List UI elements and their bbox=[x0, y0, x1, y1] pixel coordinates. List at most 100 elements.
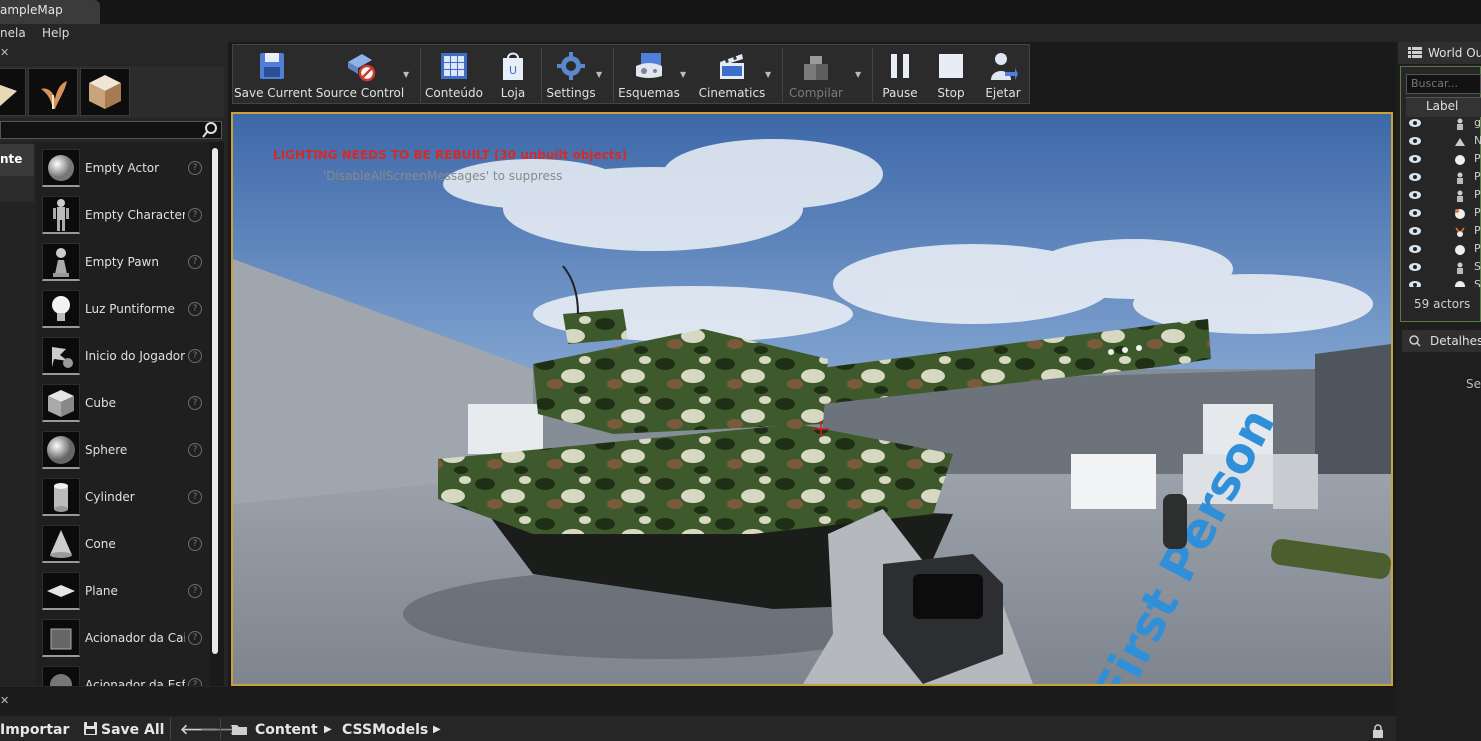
outliner-row[interactable]: P bbox=[1406, 205, 1481, 223]
eye-icon[interactable] bbox=[1408, 136, 1422, 146]
menu-item-janela[interactable]: nela bbox=[0, 24, 26, 42]
outliner-label-column[interactable]: Label bbox=[1426, 99, 1458, 113]
items-scrollbar-thumb[interactable] bbox=[212, 148, 218, 654]
help-icon[interactable]: ? bbox=[188, 396, 202, 410]
source-control-button[interactable]: Source Control bbox=[314, 46, 406, 104]
level-tab[interactable]: ampleMap bbox=[0, 0, 100, 24]
outliner-row[interactable]: g bbox=[1406, 115, 1481, 133]
lock-icon[interactable] bbox=[1372, 724, 1384, 738]
close-icon[interactable]: ✕ bbox=[0, 46, 12, 64]
toolbar-separator bbox=[170, 718, 171, 740]
eye-icon[interactable] bbox=[1408, 154, 1422, 164]
help-icon[interactable]: ? bbox=[188, 255, 202, 269]
build-dropdown-icon[interactable]: ▼ bbox=[855, 70, 861, 79]
eye-icon[interactable] bbox=[1408, 172, 1422, 182]
chevron-right-icon[interactable]: ▶ bbox=[433, 719, 441, 741]
help-icon[interactable]: ? bbox=[188, 490, 202, 504]
help-icon[interactable]: ? bbox=[188, 537, 202, 551]
list-item[interactable]: Plane ? bbox=[36, 568, 210, 614]
stop-button[interactable]: Stop bbox=[928, 46, 974, 104]
item-label: Sphere bbox=[85, 443, 128, 457]
list-item[interactable]: Acionador da Cai ? bbox=[36, 615, 210, 661]
viewport-scene: First Person bbox=[233, 114, 1391, 684]
outliner-row[interactable]: S bbox=[1406, 277, 1481, 287]
cinematics-button[interactable]: Cinematics bbox=[698, 46, 766, 104]
marketplace-icon: U bbox=[503, 52, 523, 80]
mode-foliage-button[interactable] bbox=[28, 68, 78, 116]
content-browser-tabstrip bbox=[0, 688, 1396, 716]
list-item[interactable]: Acionador da Esf ? bbox=[36, 662, 210, 686]
help-icon[interactable]: ? bbox=[188, 584, 202, 598]
outliner-row[interactable]: P bbox=[1406, 223, 1481, 241]
list-item[interactable]: Cylinder ? bbox=[36, 474, 210, 520]
place-items-list: Empty Actor ? Empty Character ? Empty Pa… bbox=[36, 142, 210, 686]
source-control-dropdown-icon[interactable]: ▼ bbox=[403, 70, 409, 79]
settings-dropdown-icon[interactable]: ▼ bbox=[596, 70, 602, 79]
blueprints-dropdown-icon[interactable]: ▼ bbox=[680, 70, 686, 79]
menu-bar: nela Help bbox=[0, 24, 1481, 42]
marketplace-button[interactable]: U Loja bbox=[488, 46, 538, 104]
eye-icon[interactable] bbox=[1408, 244, 1422, 254]
pause-button[interactable]: Pause bbox=[876, 46, 924, 104]
list-item[interactable]: Empty Pawn ? bbox=[36, 239, 210, 285]
save-icon bbox=[84, 722, 97, 735]
eject-button[interactable]: Ejetar bbox=[978, 46, 1028, 104]
settings-button[interactable]: Settings bbox=[544, 46, 598, 104]
category-recent[interactable]: nte bbox=[0, 144, 34, 176]
level-viewport[interactable]: First Person LIGHTING NEEDS TO BE REBUIL… bbox=[231, 112, 1393, 686]
eye-icon[interactable] bbox=[1408, 262, 1422, 272]
blueprints-button[interactable]: Esquemas bbox=[616, 46, 682, 104]
import-button[interactable]: Importar bbox=[0, 719, 69, 741]
save-icon bbox=[260, 53, 284, 79]
place-search-input[interactable] bbox=[0, 121, 222, 139]
list-icon bbox=[1408, 47, 1422, 59]
outliner-row[interactable]: P bbox=[1406, 241, 1481, 259]
mode-geometry-button[interactable] bbox=[80, 68, 130, 116]
outliner-row[interactable]: P bbox=[1406, 187, 1481, 205]
help-icon[interactable]: ? bbox=[188, 208, 202, 222]
eye-icon[interactable] bbox=[1408, 226, 1422, 236]
search-icon[interactable] bbox=[200, 120, 220, 140]
list-item[interactable]: Luz Puntiforme ? bbox=[36, 286, 210, 332]
help-icon[interactable]: ? bbox=[188, 443, 202, 457]
cinematics-icon bbox=[720, 54, 744, 79]
category-basic[interactable] bbox=[0, 176, 34, 202]
help-icon[interactable]: ? bbox=[188, 161, 202, 175]
item-label: Luz Puntiforme bbox=[85, 302, 175, 316]
save-current-button[interactable]: Save Current bbox=[234, 46, 312, 104]
eye-icon[interactable] bbox=[1408, 208, 1422, 218]
eye-icon[interactable] bbox=[1408, 118, 1422, 128]
outliner-row[interactable]: P bbox=[1406, 169, 1481, 187]
menu-item-help[interactable]: Help bbox=[42, 24, 69, 42]
save-all-button[interactable]: Save All bbox=[84, 719, 164, 741]
list-item[interactable]: Inicio do Jogador ? bbox=[36, 333, 210, 379]
list-item[interactable]: Empty Actor ? bbox=[36, 145, 210, 191]
mode-place-button[interactable] bbox=[0, 68, 26, 116]
navmesh-icon bbox=[1455, 138, 1465, 146]
close-icon[interactable]: ✕ bbox=[0, 694, 14, 710]
chevron-right-icon[interactable]: ▶ bbox=[324, 719, 332, 741]
svg-text:U: U bbox=[509, 64, 517, 77]
list-item[interactable]: Empty Character ? bbox=[36, 192, 210, 238]
help-icon[interactable]: ? bbox=[188, 631, 202, 645]
player-start-icon bbox=[42, 337, 80, 375]
breadcrumb-content[interactable]: Content bbox=[232, 719, 318, 741]
breadcrumb-cssmodels[interactable]: CSSModels bbox=[342, 719, 428, 741]
content-button[interactable]: Conteúdo bbox=[424, 46, 484, 104]
help-icon[interactable]: ? bbox=[188, 678, 202, 686]
list-item[interactable]: Sphere ? bbox=[36, 427, 210, 473]
outliner-search-input[interactable]: Buscar... bbox=[1406, 74, 1481, 94]
list-item[interactable]: Cube ? bbox=[36, 380, 210, 426]
item-label: Acionador da Esf bbox=[85, 678, 185, 686]
details-hint-text: Se bbox=[1466, 377, 1481, 391]
outliner-row[interactable]: S bbox=[1406, 259, 1481, 277]
cinematics-dropdown-icon[interactable]: ▼ bbox=[765, 70, 771, 79]
eye-icon[interactable] bbox=[1408, 280, 1422, 287]
eye-icon[interactable] bbox=[1408, 190, 1422, 200]
outliner-row[interactable]: P bbox=[1406, 151, 1481, 169]
list-item[interactable]: Cone ? bbox=[36, 521, 210, 567]
build-button[interactable]: Compilar bbox=[786, 46, 846, 104]
help-icon[interactable]: ? bbox=[188, 302, 202, 316]
help-icon[interactable]: ? bbox=[188, 349, 202, 363]
outliner-row[interactable]: N bbox=[1406, 133, 1481, 151]
